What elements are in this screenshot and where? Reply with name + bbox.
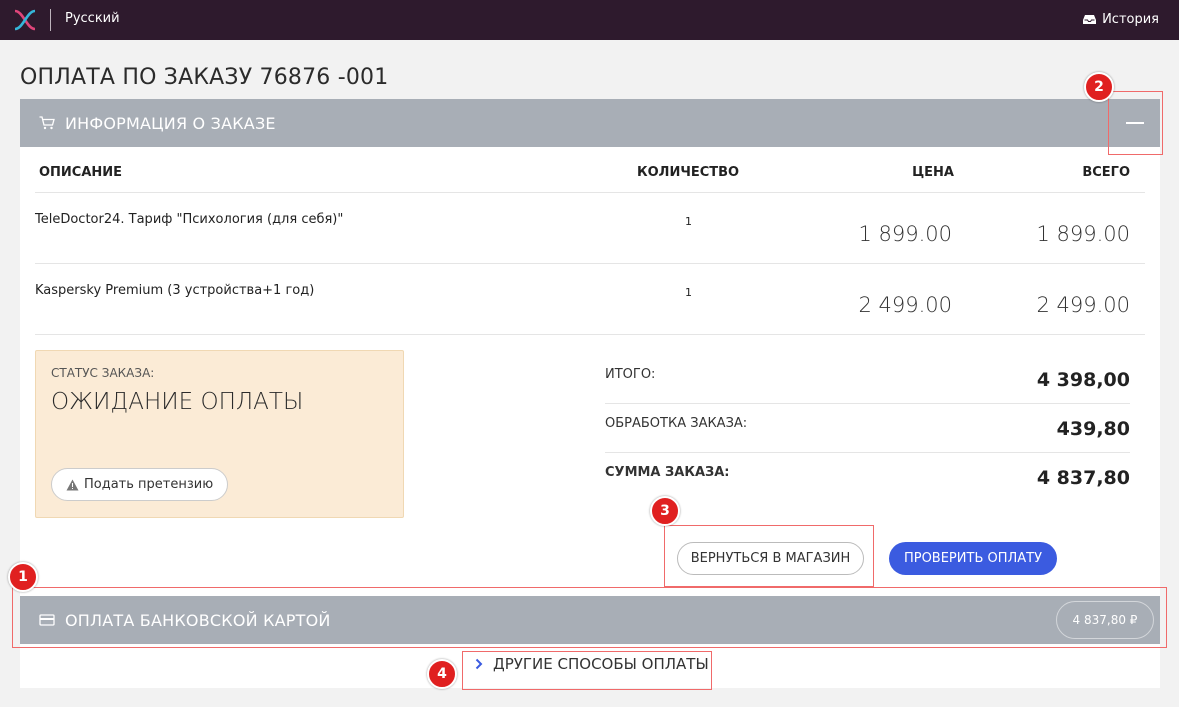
item-description: Kaspersky Premium (3 устройства+1 год) (35, 283, 315, 298)
item-price: 2 499.00 (858, 293, 952, 317)
order-status-box: СТАТУС ЗАКАЗА: ОЖИДАНИЕ ОПЛАТЫ Подать пр… (35, 350, 404, 518)
language-divider (50, 9, 51, 31)
sum-value: 4 837,80 (1036, 467, 1130, 489)
item-description: TeleDoctor24. Тариф "Психология (для себ… (35, 212, 344, 227)
warning-icon (66, 479, 79, 490)
order-info-header[interactable]: ИНФОРМАЦИЯ О ЗАКАЗЕ (20, 99, 1160, 147)
row-divider (35, 334, 1145, 335)
check-payment-button[interactable]: ПРОВЕРИТЬ ОПЛАТУ (889, 542, 1057, 575)
page-title: ОПЛАТА ПО ЗАКАЗУ 76876 -001 (20, 65, 389, 90)
history-label: История (1102, 12, 1159, 27)
language-selector[interactable]: Русский (65, 11, 120, 26)
row-divider (35, 263, 1145, 264)
fee-label: ОБРАБОТКА ЗАКАЗА: (605, 416, 748, 431)
column-price: ЦЕНА (912, 165, 954, 180)
highlight-back-button (664, 525, 874, 587)
column-quantity: КОЛИЧЕСТВО (637, 165, 740, 180)
claim-button-label: Подать претензию (84, 477, 214, 492)
annotation-marker-4: 4 (427, 659, 457, 689)
highlight-collapse (1108, 91, 1163, 155)
annotation-marker-1: 1 (8, 562, 38, 592)
item-quantity: 1 (685, 215, 692, 228)
item-quantity: 1 (685, 286, 692, 299)
top-bar: Русский История (0, 0, 1179, 40)
annotation-marker-2: 2 (1084, 72, 1114, 102)
claim-button[interactable]: Подать претензию (51, 468, 229, 501)
summary-divider (605, 452, 1130, 453)
status-value: ОЖИДАНИЕ ОПЛАТЫ (51, 389, 304, 415)
status-label: СТАТУС ЗАКАЗА: (51, 366, 155, 380)
column-description: ОПИСАНИЕ (39, 165, 123, 180)
summary-divider (605, 403, 1130, 404)
subtotal-value: 4 398,00 (1036, 369, 1130, 391)
row-divider (35, 192, 1145, 193)
inbox-icon (1083, 15, 1097, 24)
column-total: ВСЕГО (1082, 165, 1130, 180)
cart-icon (39, 116, 55, 130)
fee-value: 439,80 (1056, 418, 1130, 440)
history-link[interactable]: История (1083, 12, 1159, 27)
annotation-marker-3: 3 (650, 496, 680, 526)
subtotal-label: ИТОГО: (605, 367, 656, 382)
highlight-other-methods (462, 651, 712, 690)
sum-label: СУММА ЗАКАЗА: (605, 465, 730, 480)
item-total: 1 899.00 (1036, 222, 1130, 246)
item-total: 2 499.00 (1036, 293, 1130, 317)
highlight-card-payment (12, 587, 1167, 648)
item-price: 1 899.00 (858, 222, 952, 246)
logo-icon[interactable] (13, 8, 37, 32)
order-info-title: ИНФОРМАЦИЯ О ЗАКАЗЕ (65, 113, 276, 133)
